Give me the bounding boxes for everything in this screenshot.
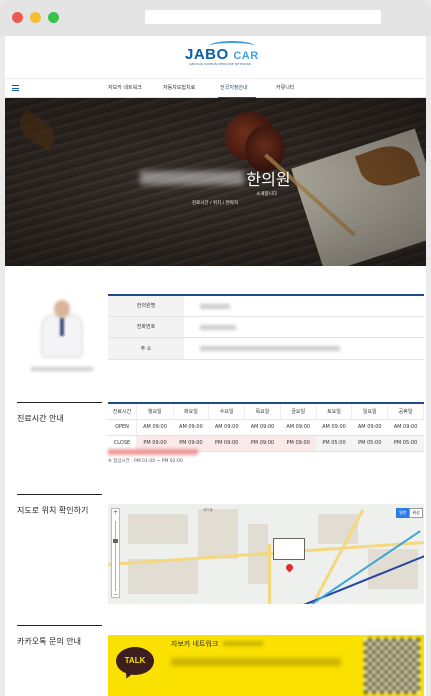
hours-cell: AM 09:00 bbox=[316, 419, 352, 436]
hours-note-blurred bbox=[108, 449, 198, 455]
map-type-normal[interactable]: 일반 bbox=[396, 508, 410, 518]
hero-name: 한의원 bbox=[246, 170, 291, 189]
section-divider bbox=[17, 402, 102, 403]
hours-header-cell: 금요일 bbox=[280, 403, 317, 420]
hours-cell: AM 09:00 bbox=[208, 419, 245, 436]
section-divider bbox=[17, 494, 102, 495]
section-divider bbox=[17, 625, 102, 626]
hours-header-cell: 월요일 bbox=[136, 403, 174, 420]
hero-blurred-name bbox=[140, 171, 245, 185]
hours-cell: PM 09:00 bbox=[244, 435, 281, 452]
info-row: 주 소 bbox=[108, 338, 424, 360]
hours-lunch-note: ※ 점심시간 : PM 01:00 ~ PM 02:00 bbox=[108, 459, 183, 464]
qr-code-icon bbox=[364, 638, 420, 694]
map-pin-icon[interactable] bbox=[284, 562, 295, 573]
hours-row-open: OPEN AM 09:00 AM 09:00 AM 09:00 AM 09:00… bbox=[108, 419, 424, 436]
map-place-label: 세기동 bbox=[203, 508, 213, 512]
hours-row-label: OPEN bbox=[108, 419, 137, 436]
browser-window: JABO CAR JABOCAR KOREAN MEDICINE NETWORK… bbox=[0, 0, 431, 696]
hours-cell: AM 09:00 bbox=[244, 419, 281, 436]
hours-cell: AM 09:00 bbox=[387, 419, 424, 436]
hours-header-cell: 공휴일 bbox=[387, 403, 424, 420]
hero-title: 한의원 bbox=[5, 166, 426, 190]
hours-header-cell: 수요일 bbox=[208, 403, 246, 420]
hours-cell: AM 09:00 bbox=[173, 419, 209, 436]
info-label-address: 주 소 bbox=[108, 338, 184, 359]
hours-header-cell: 화요일 bbox=[173, 403, 210, 420]
info-value-blurred bbox=[200, 304, 230, 309]
maximize-window-dot[interactable] bbox=[48, 12, 59, 23]
minimize-window-dot[interactable] bbox=[30, 12, 41, 23]
hours-cell: PM 05:00 bbox=[351, 435, 388, 452]
info-row: 한의원명 bbox=[108, 296, 424, 317]
hours-header-row: 진료시간 월요일 화요일 수요일 목요일 금요일 토요일 일요일 공휴일 bbox=[108, 403, 424, 420]
section-title-hours: 진료시간 안내 bbox=[17, 414, 64, 423]
kakao-talk-icon: TALK bbox=[116, 647, 154, 675]
hours-cell: PM 09:00 bbox=[280, 435, 317, 452]
main-nav: 자보카 네트워크 자동차보험치료 전국지정안내 커뮤니티 bbox=[5, 78, 426, 98]
hours-header-cell: 진료시간 bbox=[108, 403, 137, 420]
menu-icon[interactable] bbox=[12, 85, 19, 93]
doctor-caption-blurred bbox=[31, 367, 93, 371]
map-type-satellite[interactable]: 위성 bbox=[409, 508, 423, 518]
hours-cell: PM 09:00 bbox=[208, 435, 245, 452]
kakao-id-blurred bbox=[223, 641, 263, 646]
hours-cell: AM 09:00 bbox=[280, 419, 317, 436]
doctor-photo bbox=[39, 300, 85, 356]
info-value-blurred bbox=[200, 346, 340, 351]
hero-breadcrumb: 진료시간 / 위치 / 연락처 bbox=[191, 201, 238, 206]
nav-item-clinics[interactable]: 전국지정안내 bbox=[220, 84, 248, 91]
info-label-name: 한의원명 bbox=[108, 296, 184, 316]
hero-subtitle: 소개합니다 bbox=[256, 192, 277, 197]
section-title-map: 지도로 위치 확인하기 bbox=[17, 506, 89, 515]
hours-cell: PM 05:00 bbox=[316, 435, 352, 452]
nav-item-network[interactable]: 자보카 네트워크 bbox=[108, 84, 142, 91]
map-info-callout bbox=[273, 538, 305, 560]
location-map[interactable]: 세기동 + − 일반 위성 bbox=[108, 504, 424, 604]
hours-table: 진료시간 월요일 화요일 수요일 목요일 금요일 토요일 일요일 공휴일 OPE… bbox=[108, 402, 424, 452]
info-label-phone: 전화번호 bbox=[108, 317, 184, 337]
hours-cell: AM 09:00 bbox=[351, 419, 388, 436]
logo-subtitle: JABOCAR KOREAN MEDICINE NETWORK bbox=[188, 62, 252, 66]
nav-item-insurance[interactable]: 자동차보험치료 bbox=[163, 84, 195, 91]
site-logo[interactable]: JABO CAR JABOCAR KOREAN MEDICINE NETWORK bbox=[5, 36, 426, 78]
address-bar[interactable] bbox=[145, 10, 381, 24]
browser-chrome bbox=[0, 0, 431, 36]
info-row: 전화번호 bbox=[108, 317, 424, 338]
hours-cell: AM 09:00 bbox=[136, 419, 174, 436]
kakao-title: 자보카 네트워크 bbox=[171, 640, 219, 648]
nav-item-community[interactable]: 커뮤니티 bbox=[276, 84, 294, 91]
hours-cell: PM 05:00 bbox=[387, 435, 424, 452]
hours-header-cell: 토요일 bbox=[316, 403, 353, 420]
kakao-banner[interactable]: TALK 자보카 네트워크 bbox=[108, 635, 424, 696]
web-page: JABO CAR JABOCAR KOREAN MEDICINE NETWORK… bbox=[5, 36, 426, 696]
hours-header-cell: 목요일 bbox=[244, 403, 281, 420]
hours-header-cell: 일요일 bbox=[351, 403, 389, 420]
map-zoom-control[interactable]: + − bbox=[111, 508, 120, 598]
close-window-dot[interactable] bbox=[12, 12, 23, 23]
logo-word: JABO bbox=[185, 46, 229, 63]
info-value-blurred bbox=[200, 325, 236, 330]
logo-car: CAR bbox=[233, 50, 259, 62]
clinic-info-table: 한의원명 전화번호 주 소 bbox=[108, 294, 424, 360]
map-type-toggle[interactable]: 일반 위성 bbox=[396, 508, 423, 518]
hero-banner: 한의원 소개합니다 진료시간 / 위치 / 연락처 bbox=[5, 98, 426, 266]
kakao-desc-blurred bbox=[171, 658, 341, 666]
section-title-kakao: 카카오톡 문의 안내 bbox=[17, 637, 81, 646]
